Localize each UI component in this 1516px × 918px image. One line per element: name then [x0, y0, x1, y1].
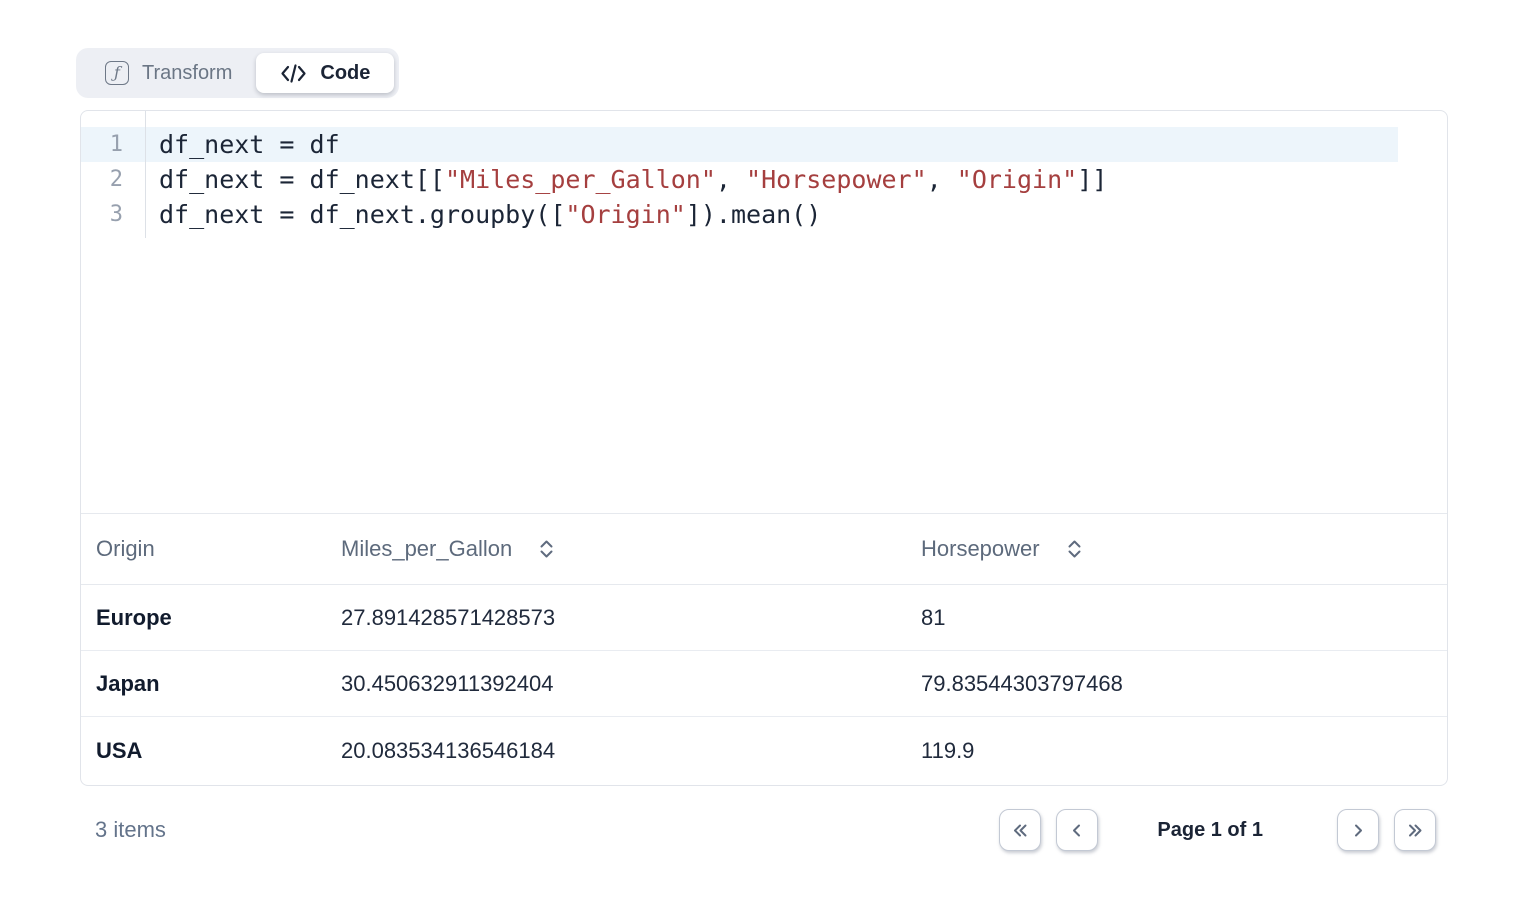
next-page-button[interactable] [1337, 809, 1379, 851]
table-row: Japan30.45063291139240479.83544303797468 [81, 651, 1447, 717]
double-chevron-left-icon [1011, 821, 1030, 840]
column-header-origin: Origin [81, 536, 326, 562]
tab-code[interactable]: Code [256, 53, 394, 93]
widget-panel: 123 df_next = df df_next = df_next[["Mile… [80, 110, 1448, 786]
code-token: df_next = df_next.groupby([ [159, 200, 565, 229]
line-number: 3 [81, 197, 123, 232]
row-header-cell: Japan [81, 671, 326, 697]
table-row: Europe27.89142857142857381 [81, 585, 1447, 651]
page-indicator: Page 1 of 1 [1157, 819, 1263, 842]
function-icon: ƒ [105, 61, 129, 85]
table-row: USA20.083534136546184119.9 [81, 717, 1447, 784]
sort-icon[interactable] [1067, 538, 1082, 560]
code-token-string: "Miles_per_Gallon" [445, 165, 716, 194]
table-cell: 119.9 [906, 738, 1447, 764]
code-token: , [716, 165, 746, 194]
table-footer: 3 items Page 1 of 1 [80, 800, 1448, 860]
code-line[interactable]: df_next = df_next.groupby(["Origin"]).me… [159, 197, 1447, 232]
items-count: 3 items [95, 817, 166, 843]
column-label: Origin [96, 536, 155, 562]
table-cell: 79.83544303797468 [906, 671, 1447, 697]
line-number: 1 [81, 127, 123, 162]
first-page-button[interactable] [999, 809, 1041, 851]
column-label: Miles_per_Gallon [341, 536, 512, 562]
table-cell: 30.450632911392404 [326, 671, 906, 697]
code-token-string: "Horsepower" [746, 165, 927, 194]
code-token: df_next = df [159, 130, 340, 159]
double-chevron-right-icon [1406, 821, 1425, 840]
code-content[interactable]: df_next = df df_next = df_next[["Miles_pe… [146, 111, 1447, 232]
column-header-miles_per_gallon[interactable]: Miles_per_Gallon [326, 536, 906, 562]
tab-transform[interactable]: ƒ Transform [81, 53, 256, 93]
tab-transform-label: Transform [142, 62, 232, 85]
line-number-gutter: 123 [81, 111, 146, 238]
code-token: ]).mean() [686, 200, 821, 229]
previous-page-button[interactable] [1056, 809, 1098, 851]
row-header-cell: Europe [81, 605, 326, 631]
table-cell: 27.891428571428573 [326, 605, 906, 631]
code-token-string: "Origin" [565, 200, 685, 229]
table-cell: 20.083534136546184 [326, 738, 906, 764]
table-header-row: Origin Miles_per_Gallon Horsepower [81, 513, 1447, 585]
code-token-string: "Origin" [957, 165, 1077, 194]
sort-icon[interactable] [539, 538, 554, 560]
page: { "tabs": { "transform": { "label": "Tra… [0, 0, 1516, 918]
column-header-horsepower[interactable]: Horsepower [906, 536, 1447, 562]
code-token: , [927, 165, 957, 194]
code-token: ]] [1077, 165, 1107, 194]
column-label: Horsepower [921, 536, 1040, 562]
code-editor[interactable]: 123 df_next = df df_next = df_next[["Mile… [81, 111, 1447, 513]
pagination: Page 1 of 1 [999, 809, 1436, 851]
last-page-button[interactable] [1394, 809, 1436, 851]
line-number: 2 [81, 162, 123, 197]
view-mode-tabs: ƒ Transform Code [76, 48, 399, 98]
results-table: OriginMiles_per_GallonHorsepower Europe2… [81, 513, 1447, 784]
chevron-left-icon [1068, 821, 1087, 840]
chevron-right-icon [1349, 821, 1368, 840]
code-line[interactable]: df_next = df_next[["Miles_per_Gallon", "… [159, 162, 1447, 197]
table-body: Europe27.89142857142857381Japan30.450632… [81, 585, 1447, 784]
row-header-cell: USA [81, 738, 326, 764]
code-token: df_next = df_next[[ [159, 165, 445, 194]
table-cell: 81 [906, 605, 1447, 631]
code-icon [280, 64, 307, 83]
code-line[interactable]: df_next = df [159, 127, 1447, 162]
tab-code-label: Code [320, 62, 370, 85]
